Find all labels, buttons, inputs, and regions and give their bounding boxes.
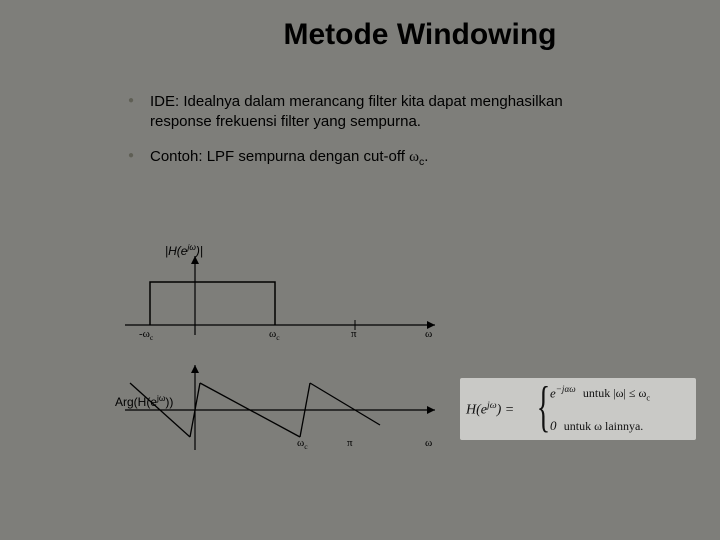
page-title: Metode Windowing <box>160 18 680 52</box>
omega-symbol: ω <box>409 149 419 165</box>
magnitude-plot-svg <box>125 250 445 340</box>
mag-tick-omega: ω <box>425 328 432 340</box>
neg-wc-sym: -ω <box>139 328 150 340</box>
top-untuk-text: untuk |ω| ≤ ω <box>583 386 647 400</box>
arg-wc-sub: c <box>304 442 307 451</box>
top-sup: −jαω <box>556 384 576 394</box>
phase-plot: Arg(H(ejω)) ωc π ω <box>125 365 465 455</box>
formula-rhs-top: e−jαω untuk |ω| ≤ ωc <box>550 384 650 403</box>
bot-val: 0 <box>550 418 557 433</box>
mag-tick-neg-wc: -ωc <box>139 328 153 342</box>
wc-sub: c <box>276 333 279 342</box>
top-untuk: untuk |ω| ≤ ωc <box>583 386 650 400</box>
example-post: . <box>424 148 428 165</box>
lhs-post: ) = <box>497 403 515 418</box>
mag-tick-wc: ωc <box>269 328 280 342</box>
plots-area: |H(ejω)| -ωc ωc π ω <box>125 250 465 480</box>
mag-tick-pi: π <box>351 328 357 340</box>
formula-lhs: H(ejω) = <box>466 400 514 419</box>
neg-wc-sub: c <box>150 333 153 342</box>
lhs-pre: H(e <box>466 403 487 418</box>
arg-pre: Arg(H(e <box>115 395 157 409</box>
example-paragraph: Contoh: LPF sempurna dengan cut-off ωc. <box>150 147 620 169</box>
lhs-sup: jω <box>487 400 497 411</box>
phase-ylabel: Arg(H(ejω)) <box>115 393 173 409</box>
example-pre: Contoh: LPF sempurna dengan cut-off <box>150 148 409 165</box>
arg-post: )) <box>165 395 173 409</box>
magnitude-plot: |H(ejω)| -ωc ωc π ω <box>125 250 465 340</box>
top-sub: c <box>646 394 650 403</box>
arg-tick-wc: ωc <box>297 437 308 451</box>
phase-plot-svg <box>125 365 445 455</box>
bot-untuk: untuk ω lainnya. <box>564 419 644 433</box>
arg-tick-omega: ω <box>425 437 432 449</box>
arg-tick-pi: π <box>347 437 353 449</box>
slide: Metode Windowing IDE: Idealnya dalam mer… <box>0 0 720 540</box>
formula-rhs-bot: 0 untuk ω lainnya. <box>550 418 643 434</box>
formula-box: H(ejω) = { e−jαω untuk |ω| ≤ ωc 0 untuk … <box>460 378 696 440</box>
magnitude-ylabel: |H(ejω)| <box>165 242 203 258</box>
intro-paragraph: IDE: Idealnya dalam merancang filter kit… <box>150 92 620 133</box>
brace-icon: { <box>537 376 550 438</box>
